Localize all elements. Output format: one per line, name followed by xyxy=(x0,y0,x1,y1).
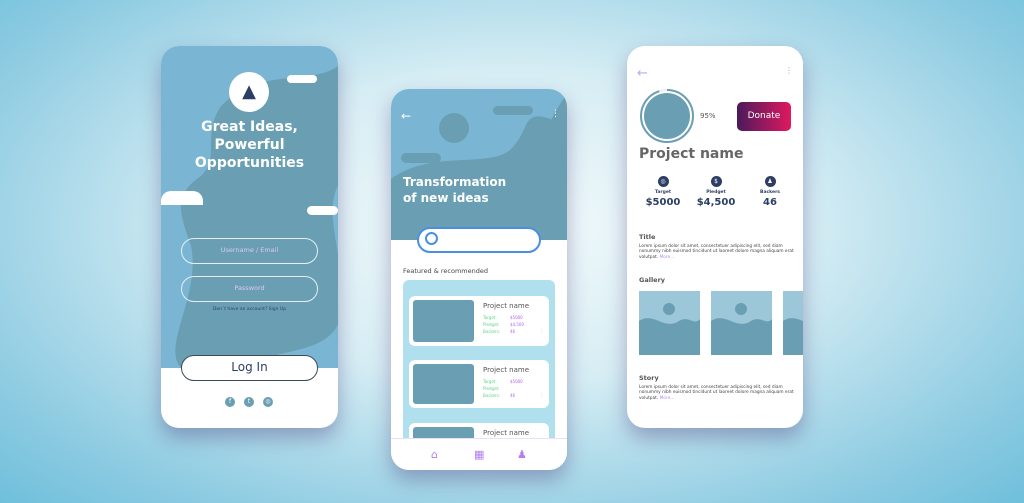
backers-value: 46 xyxy=(510,329,516,334)
target-value: $5000 xyxy=(510,379,523,384)
section-heading: Featured & recommended xyxy=(403,267,489,275)
backers-label: Backers: xyxy=(483,329,501,334)
pledget-value: $4,500 xyxy=(510,322,524,327)
rocket-logo-icon: ▲ xyxy=(229,72,269,112)
dollar-icon: $ xyxy=(710,176,722,187)
stat-label: Target xyxy=(654,190,672,195)
cloud xyxy=(287,75,317,83)
gallery-heading: Gallery xyxy=(639,276,666,284)
stat-pledget: $ Pledget $4,500 xyxy=(691,176,741,208)
cloud xyxy=(401,153,441,163)
more-link[interactable]: More... xyxy=(660,255,675,260)
project-name: Project name xyxy=(639,146,744,162)
bottom-nav: ⌂ ▦ ♟ xyxy=(391,438,567,470)
project-card[interactable]: Project name Target: $5000 Pledget: $4,5… xyxy=(409,296,549,346)
facebook-icon[interactable]: f xyxy=(225,397,235,407)
gallery-image[interactable] xyxy=(639,291,700,355)
backers-label: Backers: xyxy=(483,393,501,398)
login-screen: ▲ Great Ideas, Powerful Opportunities Us… xyxy=(161,46,338,428)
backers-value: 46 xyxy=(510,393,516,398)
grid-icon[interactable]: ▦ xyxy=(474,448,484,461)
background-blob xyxy=(391,89,567,240)
stat-target: ◎ Target $5000 xyxy=(638,176,688,208)
back-arrow-icon[interactable]: ← xyxy=(401,109,411,123)
more-menu-icon[interactable]: ⋮ xyxy=(785,66,793,75)
username-input[interactable]: Username / Email xyxy=(181,238,318,264)
featured-panel: Project name Target: $5000 Pledget: $4,5… xyxy=(403,280,555,463)
cloud xyxy=(307,206,338,215)
stat-backers: ♟ Backers 46 xyxy=(745,176,795,208)
stat-label: Backers xyxy=(760,190,780,195)
project-thumbnail xyxy=(413,300,474,342)
project-card[interactable]: Project name Target: $5000 Pledget: Back… xyxy=(409,360,549,408)
login-button[interactable]: Log In xyxy=(181,355,318,381)
title-line: Great Ideas, xyxy=(201,119,298,135)
project-name: Project name xyxy=(483,429,530,437)
title-line: of new ideas xyxy=(403,191,489,205)
card-menu-icon[interactable]: ⋮ xyxy=(539,393,545,399)
profile-icon[interactable]: ♟ xyxy=(517,448,527,461)
cloud xyxy=(161,191,203,205)
donate-button[interactable]: Donate xyxy=(737,102,791,131)
search-input[interactable] xyxy=(417,227,541,253)
title-line: Powerful xyxy=(214,137,285,153)
stat-value: $4,500 xyxy=(696,197,736,208)
more-menu-icon[interactable]: ⋮ xyxy=(551,109,560,119)
title-heading: Title xyxy=(639,233,656,241)
project-detail-screen: ← ⋮ 95% Donate Project name ◎ Target $5000… xyxy=(627,46,803,428)
cloud xyxy=(493,106,533,115)
home-icon[interactable]: ⌂ xyxy=(431,448,438,461)
story-heading: Story xyxy=(639,374,659,382)
project-name: Project name xyxy=(483,366,530,374)
signup-link[interactable]: Don´t have an account? Sign Up xyxy=(161,307,338,312)
instagram-icon[interactable]: ◎ xyxy=(263,397,273,407)
pledget-label: Pledget: xyxy=(483,386,500,391)
title-line: Transformation xyxy=(403,175,507,189)
sun-shape xyxy=(439,113,469,143)
search-icon xyxy=(425,232,438,245)
stat-value: $5000 xyxy=(645,197,681,208)
target-label: Target: xyxy=(483,315,497,320)
project-name: Project name xyxy=(483,302,530,310)
explore-screen: ← ⋮ Transformation of new ideas Featured… xyxy=(391,89,567,470)
title-text: Lorem ipsum dolor sit amet, consectetuer… xyxy=(639,244,794,260)
gallery-image[interactable] xyxy=(783,291,803,355)
more-link[interactable]: More... xyxy=(660,396,675,401)
title-line: Opportunities xyxy=(194,155,305,171)
pledget-label: Pledget: xyxy=(483,322,500,327)
target-value: $5000 xyxy=(510,315,523,320)
gallery-image[interactable] xyxy=(711,291,772,355)
story-text: Lorem ipsum dolor sit amet, consectetuer… xyxy=(639,385,794,401)
password-input[interactable]: Password xyxy=(181,276,318,302)
person-icon: ♟ xyxy=(764,176,776,187)
card-menu-icon[interactable]: ⋮ xyxy=(539,329,545,335)
target-icon: ◎ xyxy=(657,176,669,187)
target-label: Target: xyxy=(483,379,497,384)
twitter-icon[interactable]: t xyxy=(244,397,254,407)
stat-label: Pledget xyxy=(706,190,726,195)
project-thumbnail xyxy=(413,364,474,404)
stat-value: 46 xyxy=(763,197,777,208)
progress-ring xyxy=(640,89,694,143)
progress-label: 95% xyxy=(700,112,716,120)
back-arrow-icon[interactable]: ← xyxy=(637,66,648,81)
